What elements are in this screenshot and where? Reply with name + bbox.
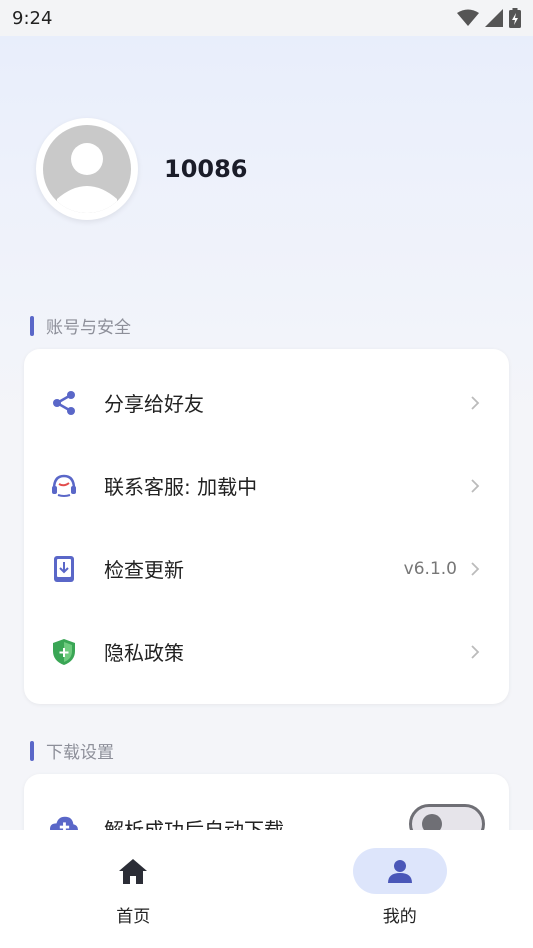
privacy-policy-row[interactable]: 隐私政策 xyxy=(24,610,509,693)
share-label: 分享给好友 xyxy=(104,392,204,416)
chevron-right-icon xyxy=(471,478,480,493)
person-icon xyxy=(387,860,412,883)
chevron-right-icon xyxy=(471,561,480,576)
signal-icon xyxy=(485,9,503,27)
status-icons xyxy=(457,8,521,28)
nav-mine-label: 我的 xyxy=(382,907,417,927)
status-time: 9:24 xyxy=(12,7,53,29)
chevron-right-icon xyxy=(471,395,480,410)
profile-header: 10086 xyxy=(36,118,248,220)
version-value: v6.1.0 xyxy=(403,558,457,579)
avatar[interactable] xyxy=(36,118,138,220)
update-icon xyxy=(50,555,78,583)
avatar-placeholder-icon xyxy=(43,125,131,213)
chevron-right-icon xyxy=(471,644,480,659)
share-icon xyxy=(50,389,78,417)
section-title-download: 下载设置 xyxy=(30,738,114,763)
nav-mine[interactable]: 我的 xyxy=(267,830,533,948)
section-title-account: 账号与安全 xyxy=(30,313,131,338)
home-icon xyxy=(119,859,148,884)
customer-service-label: 联系客服: 加载中 xyxy=(104,475,258,499)
shield-icon xyxy=(50,638,78,666)
account-card: 分享给好友 联系客服: 加载中 检查更新 v6.1.0 隐私政策 xyxy=(24,349,509,704)
check-update-row[interactable]: 检查更新 v6.1.0 xyxy=(24,527,509,610)
status-bar: 9:24 xyxy=(0,0,533,36)
nav-home[interactable]: 首页 xyxy=(0,830,267,948)
nav-home-label: 首页 xyxy=(116,907,151,927)
customer-service-icon xyxy=(50,472,78,500)
wifi-icon xyxy=(457,9,479,26)
bottom-navigation: 首页 我的 xyxy=(0,830,533,948)
privacy-policy-label: 隐私政策 xyxy=(104,641,184,665)
customer-service-row[interactable]: 联系客服: 加载中 xyxy=(24,444,509,527)
check-update-label: 检查更新 xyxy=(104,558,184,582)
share-row[interactable]: 分享给好友 xyxy=(24,361,509,444)
battery-icon xyxy=(509,8,521,28)
username: 10086 xyxy=(164,155,248,183)
